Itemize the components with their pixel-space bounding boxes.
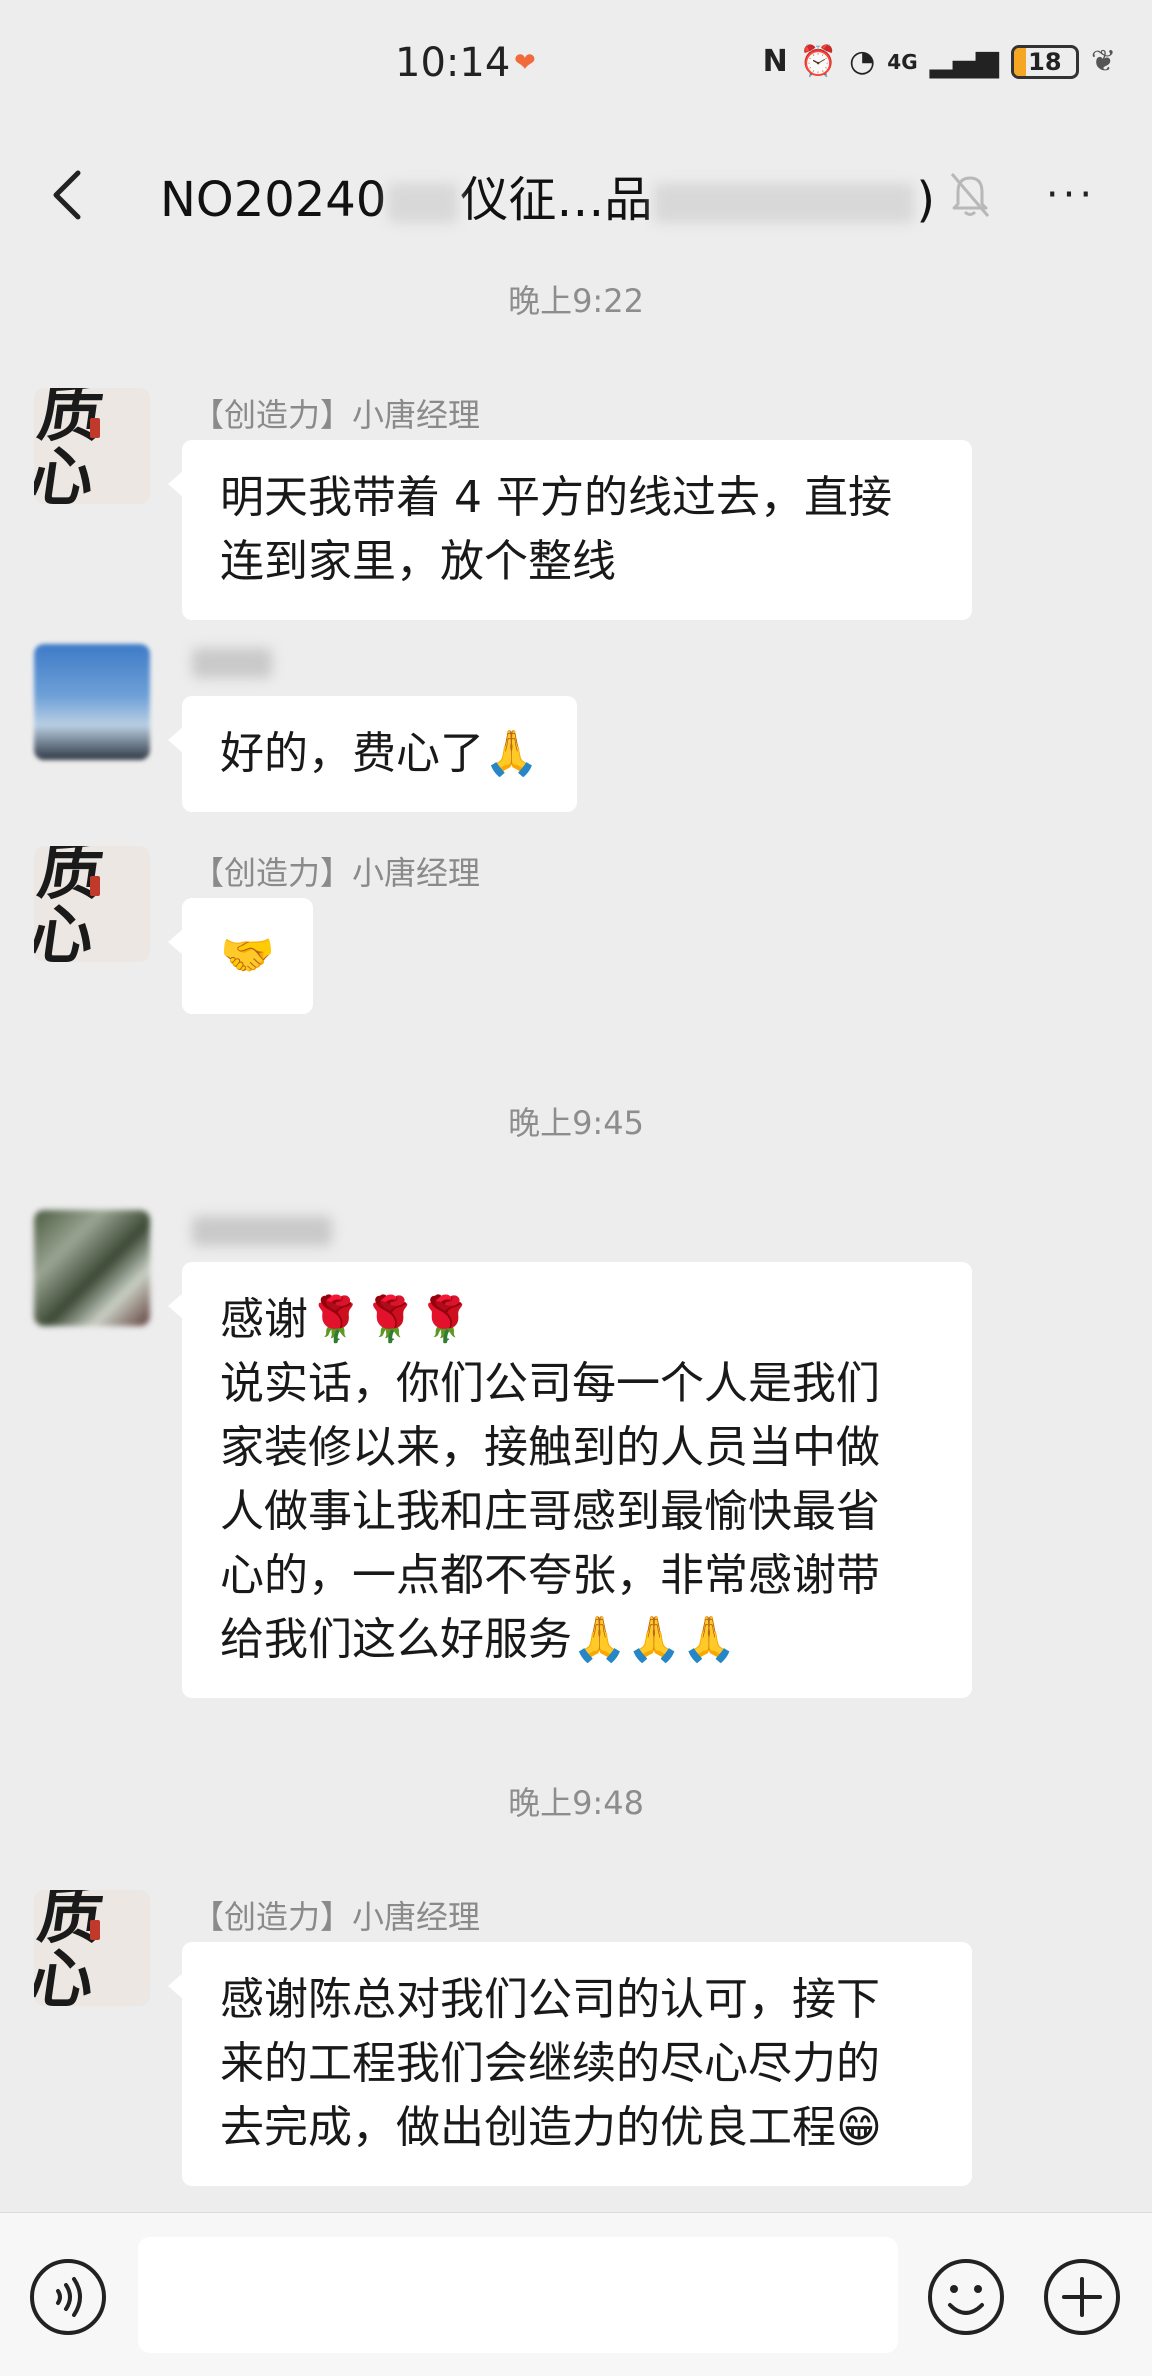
message-timestamp: 晚上9:22 xyxy=(508,282,644,320)
message-bubble[interactable]: 感谢陈总对我们公司的认可，接下 来的工程我们会继续的尽心尽力的 去完成，做出创造… xyxy=(168,1942,972,2186)
avatar-logo: 质心 xyxy=(34,846,108,962)
bell-off-icon xyxy=(948,170,992,220)
title-suffix: ) xyxy=(916,172,936,228)
avatar-logo: 质心 xyxy=(34,388,108,504)
input-bar xyxy=(0,2212,1152,2376)
message-input[interactable] xyxy=(138,2237,898,2353)
wifi-icon: ◔ xyxy=(849,44,876,79)
status-bar: 10:14 ❤ N ⏰ ◔ 4G ▂▄▆ 18 ❦ xyxy=(0,0,1152,130)
message-bubble[interactable]: 好的，费心了🙏 xyxy=(168,696,577,812)
power-saving-icon: ❦ xyxy=(1090,44,1116,79)
sender-name: 【创造力】小唐经理 xyxy=(192,854,481,892)
sender-name-redacted xyxy=(192,648,272,678)
sender-name: 【创造力】小唐经理 xyxy=(192,396,481,434)
redacted-text xyxy=(654,183,915,223)
chat-header: NO20240 仪征…品) ··· xyxy=(0,130,1152,260)
avatar[interactable] xyxy=(34,1210,150,1326)
title-middle: 仪征…品 xyxy=(460,172,653,228)
back-button[interactable] xyxy=(38,160,98,230)
avatar[interactable] xyxy=(34,644,150,760)
signal-icon: ▂▄▆ xyxy=(929,44,999,79)
status-time: 10:14 xyxy=(395,40,511,86)
chat-title: NO20240 仪征…品) xyxy=(160,160,935,230)
message-timestamp: 晚上9:45 xyxy=(508,1104,644,1142)
voice-icon xyxy=(30,2259,106,2335)
title-prefix: NO20240 xyxy=(160,172,387,228)
battery-icon: 18 xyxy=(1010,44,1079,79)
more-functions-button[interactable] xyxy=(1042,2257,1122,2337)
nfc-icon: N xyxy=(762,44,788,79)
chevron-left-icon xyxy=(53,170,81,220)
battery-level: 18 xyxy=(1028,47,1062,76)
sender-name-redacted xyxy=(192,1216,332,1246)
emoji-button[interactable] xyxy=(926,2257,1006,2337)
plus-icon xyxy=(1044,2259,1120,2335)
message-bubble[interactable]: 明天我带着 4 平方的线过去，直接 连到家里，放个整线 xyxy=(168,440,972,620)
emoji-icon xyxy=(928,2259,1004,2335)
message-timestamp: 晚上9:48 xyxy=(508,1784,644,1822)
network-type: 4G xyxy=(887,49,918,74)
message-bubble[interactable]: 感谢🌹🌹🌹 说实话，你们公司每一个人是我们 家装修以来，接触到的人员当中做 人做… xyxy=(168,1262,972,1698)
sender-name: 【创造力】小唐经理 xyxy=(192,1898,481,1936)
heart-icon: ❤ xyxy=(514,48,536,78)
alarm-icon: ⏰ xyxy=(799,44,838,79)
status-icons: N ⏰ ◔ 4G ▂▄▆ 18 ❦ xyxy=(763,44,1116,79)
avatar[interactable]: 质心 xyxy=(34,1890,150,2006)
message-bubble[interactable]: 🤝 xyxy=(168,898,313,1014)
avatar[interactable]: 质心 xyxy=(34,846,150,962)
voice-button[interactable] xyxy=(28,2257,108,2337)
avatar-logo: 质心 xyxy=(34,1890,108,2006)
redacted-text xyxy=(388,183,459,223)
avatar[interactable]: 质心 xyxy=(34,388,150,504)
more-button[interactable]: ··· xyxy=(1040,170,1102,220)
